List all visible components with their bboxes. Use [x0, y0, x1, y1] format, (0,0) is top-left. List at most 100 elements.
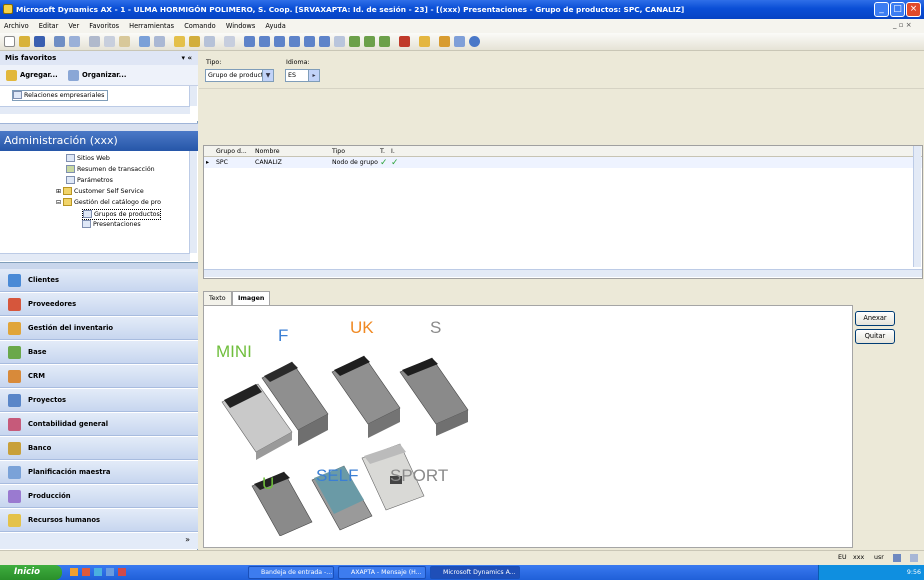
task-dynamics[interactable]: Microsoft Dynamics A... [430, 566, 520, 579]
find-icon[interactable] [139, 36, 150, 47]
down-icon[interactable] [379, 36, 390, 47]
cell-nombre[interactable]: CANALIZ [255, 158, 282, 168]
menu-herramientas[interactable]: Herramientas [125, 22, 178, 30]
start-button[interactable]: Inicio [0, 565, 62, 580]
open-icon[interactable] [19, 36, 30, 47]
col-t[interactable]: T. [380, 146, 385, 157]
add-favorite-button[interactable]: Agregar... [20, 71, 58, 79]
anexar-button[interactable]: Anexar [855, 311, 895, 326]
idioma-field[interactable]: ES ▸ [285, 69, 320, 82]
quick-launch-icon[interactable] [82, 568, 90, 576]
tree-item-grupos-productos[interactable]: Grupos de productos [82, 209, 161, 220]
advanced-filter-icon[interactable] [189, 36, 200, 47]
delete-icon[interactable] [399, 36, 410, 47]
help-icon[interactable] [469, 36, 480, 47]
menu-windows[interactable]: Windows [222, 22, 259, 30]
favorite-item[interactable]: Relaciones empresariales [12, 90, 109, 101]
tree-item-presentaciones[interactable]: Presentaciones [82, 220, 141, 229]
add-icon[interactable] [349, 36, 360, 47]
quick-launch-icon[interactable] [94, 568, 102, 576]
maximize-button[interactable]: □ [890, 2, 905, 17]
tree-item-customer-self-service[interactable]: ⊞ Customer Self Service [56, 187, 144, 196]
first-record-icon[interactable] [244, 36, 255, 47]
expand-icon[interactable]: ⊞ [56, 188, 61, 195]
row-selector-icon[interactable]: ▸ [206, 158, 209, 168]
favorites-hscrollbar[interactable] [0, 106, 190, 114]
module-proyectos[interactable]: Proyectos [0, 389, 198, 412]
filter-icon[interactable] [154, 36, 165, 47]
module-banco[interactable]: Banco [0, 437, 198, 460]
col-grupo[interactable]: Grupo d... [216, 146, 247, 157]
next-page-icon[interactable] [304, 36, 315, 47]
last-record-icon[interactable] [319, 36, 330, 47]
favorites-scrollbar[interactable] [189, 86, 197, 106]
quick-launch-icon[interactable] [118, 568, 126, 576]
configure-buttons-icon[interactable]: » [185, 535, 190, 544]
next-record-icon[interactable] [289, 36, 300, 47]
menu-comando[interactable]: Comando [180, 22, 220, 30]
chevron-down-icon[interactable]: ▼ [262, 70, 273, 81]
grid-icon[interactable] [454, 36, 465, 47]
menu-ver[interactable]: Ver [64, 22, 83, 30]
tab-texto[interactable]: Texto [203, 291, 232, 305]
cell-t-check-icon[interactable]: ✓ [380, 158, 388, 168]
cut-icon[interactable] [89, 36, 100, 47]
mdi-window-controls[interactable]: _ ▫ × [893, 21, 912, 29]
grid-hscrollbar[interactable] [204, 269, 922, 277]
module-base[interactable]: Base [0, 341, 198, 364]
menu-favoritos[interactable]: Favoritos [85, 22, 123, 30]
cell-tipo[interactable]: Nodo de grupo [332, 158, 378, 168]
organize-favorites-button[interactable]: Organizar... [82, 71, 126, 79]
collapse-icon[interactable]: ▾ « [182, 51, 192, 65]
new-icon[interactable] [4, 36, 15, 47]
menu-editar[interactable]: Editar [35, 22, 63, 30]
print-icon[interactable] [54, 36, 65, 47]
module-rrhh[interactable]: Recursos humanos [0, 509, 198, 532]
task-bandeja[interactable]: Bandeja de entrada -... [248, 566, 334, 579]
tree-item-sitios-web[interactable]: Sitios Web [66, 154, 110, 163]
col-nombre[interactable]: Nombre [255, 146, 280, 157]
module-overflow[interactable]: » [0, 533, 198, 549]
alert-icon[interactable] [419, 36, 430, 47]
tree-item-parametros[interactable]: Parámetros [66, 176, 113, 185]
copy-icon[interactable] [104, 36, 115, 47]
favorites-header[interactable]: Mis favoritos ▾ « [0, 51, 198, 65]
module-inventario[interactable]: Gestión del inventario [0, 317, 198, 340]
window-title-bar[interactable]: Microsoft Dynamics AX - 1 - ULMA HORMIGÓ… [0, 0, 924, 19]
col-tipo[interactable]: Tipo [332, 146, 345, 157]
module-planificacion[interactable]: Planificación maestra [0, 461, 198, 484]
paste-icon[interactable] [119, 36, 130, 47]
status-grid-icon[interactable] [893, 554, 901, 562]
document-icon[interactable] [439, 36, 450, 47]
close-button[interactable]: × [906, 2, 921, 17]
minimize-button[interactable]: _ [874, 2, 889, 17]
quick-launch-icon[interactable] [106, 568, 114, 576]
sort-desc-icon[interactable] [224, 36, 235, 47]
filter-by-selection-icon[interactable] [174, 36, 185, 47]
tree-scrollbar[interactable] [189, 151, 197, 253]
tree-hscrollbar[interactable] [0, 253, 190, 261]
cell-i-check-icon[interactable]: ✓ [391, 158, 399, 168]
admin-header[interactable]: Administración (xxx) [0, 131, 198, 151]
module-crm[interactable]: CRM [0, 365, 198, 388]
module-proveedores[interactable]: Proveedores [0, 293, 198, 316]
tab-imagen[interactable]: Imagen [232, 291, 271, 306]
module-contabilidad[interactable]: Contabilidad general [0, 413, 198, 436]
new-record-icon[interactable] [334, 36, 345, 47]
table-row[interactable] [204, 157, 922, 168]
lookup-icon[interactable]: ▸ [308, 70, 319, 81]
tipo-select[interactable]: Grupo de productos ▼ [205, 69, 274, 82]
sort-icon[interactable] [204, 36, 215, 47]
cell-grupo[interactable]: SPC [216, 158, 228, 168]
menu-ayuda[interactable]: Ayuda [261, 22, 289, 30]
task-axapta-mensaje[interactable]: AXAPTA - Mensaje (H... [338, 566, 426, 579]
col-i[interactable]: I. [391, 146, 395, 157]
save-icon[interactable] [34, 36, 45, 47]
up-icon[interactable] [364, 36, 375, 47]
grid-scrollbar[interactable] [913, 146, 921, 267]
print-preview-icon[interactable] [69, 36, 80, 47]
menu-archivo[interactable]: Archivo [0, 22, 33, 30]
module-clientes[interactable]: Clientes [0, 269, 198, 292]
status-window-icon[interactable] [910, 554, 918, 562]
tree-item-resumen[interactable]: Resumen de transacción [66, 165, 155, 174]
